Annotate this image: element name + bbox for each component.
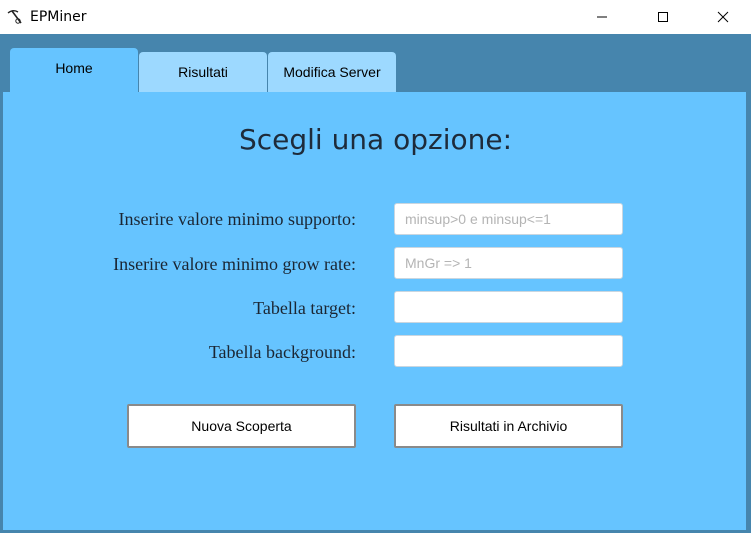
tab-modifica-server[interactable]: Modifica Server xyxy=(268,52,396,92)
window-title: EPMiner xyxy=(30,9,87,25)
close-button[interactable] xyxy=(693,0,751,34)
tab-home[interactable]: Home xyxy=(10,48,138,92)
pickaxe-icon xyxy=(6,8,24,26)
growrate-label: Inserire valore minimo grow rate: xyxy=(113,254,356,274)
target-table-input[interactable] xyxy=(394,291,623,323)
background-table-label: Tabella background: xyxy=(208,342,356,362)
minimize-icon xyxy=(597,16,607,18)
minsup-input[interactable] xyxy=(394,203,623,235)
page-title: Scegli una opzione: xyxy=(238,123,513,156)
background-table-input[interactable] xyxy=(394,335,623,367)
title-bar: EPMiner xyxy=(0,0,751,34)
target-table-label: Tabella target: xyxy=(253,298,356,318)
nuova-scoperta-button[interactable]: Nuova Scoperta xyxy=(127,404,356,448)
tab-risultati-label: Risultati xyxy=(178,64,228,80)
maximize-button[interactable] xyxy=(633,0,693,34)
maximize-icon xyxy=(658,12,668,22)
tab-risultati[interactable]: Risultati xyxy=(139,52,267,92)
tab-modifica-server-label: Modifica Server xyxy=(283,64,381,80)
nuova-scoperta-label: Nuova Scoperta xyxy=(191,418,292,434)
risultati-archivio-button[interactable]: Risultati in Archivio xyxy=(394,404,623,448)
risultati-archivio-label: Risultati in Archivio xyxy=(449,418,568,434)
minimize-button[interactable] xyxy=(572,0,632,34)
growrate-input[interactable] xyxy=(394,247,623,279)
minsup-label: Inserire valore minimo supporto: xyxy=(118,209,356,229)
tab-home-label: Home xyxy=(55,60,93,76)
close-icon xyxy=(717,11,729,23)
